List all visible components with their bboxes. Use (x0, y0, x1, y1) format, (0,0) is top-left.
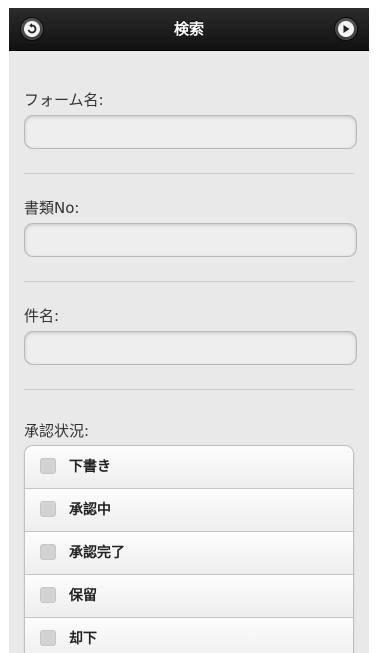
divider (24, 173, 354, 174)
search-screen: 検索 フォーム名: 書類No: 件名: 承認状況: 下書き 承認中 承認完了 保… (9, 8, 369, 653)
page-title: 検索 (173, 20, 204, 38)
status-option-on-hold[interactable]: 保留 (25, 575, 353, 618)
doc-no-label: 書類No: (24, 199, 80, 217)
forward-button[interactable] (334, 17, 358, 41)
checkbox[interactable] (40, 544, 56, 560)
divider (24, 281, 354, 282)
form-name-input[interactable] (24, 115, 357, 149)
doc-no-input[interactable] (24, 223, 357, 257)
divider (24, 389, 354, 390)
play-arrow-icon (338, 21, 354, 37)
form-name-label: フォーム名: (24, 91, 104, 109)
header-bar: 検索 (9, 8, 369, 51)
status-option-rejected[interactable]: 却下 (25, 618, 353, 653)
status-option-approved[interactable]: 承認完了 (25, 532, 353, 575)
status-option-label: 却下 (69, 631, 97, 647)
status-option-label: 承認完了 (69, 545, 125, 561)
approval-status-label: 承認状況: (24, 422, 90, 440)
checkbox[interactable] (40, 630, 56, 646)
subject-input[interactable] (24, 331, 357, 365)
checkbox[interactable] (40, 501, 56, 517)
approval-status-checkbox-group: 下書き 承認中 承認完了 保留 却下 (24, 445, 354, 653)
status-option-label: 承認中 (69, 502, 111, 518)
status-option-draft[interactable]: 下書き (25, 446, 353, 489)
checkbox[interactable] (40, 587, 56, 603)
status-option-label: 下書き (69, 459, 111, 475)
status-option-label: 保留 (69, 588, 97, 604)
subject-label: 件名: (24, 307, 60, 325)
status-option-in-approval[interactable]: 承認中 (25, 489, 353, 532)
checkbox[interactable] (40, 458, 56, 474)
